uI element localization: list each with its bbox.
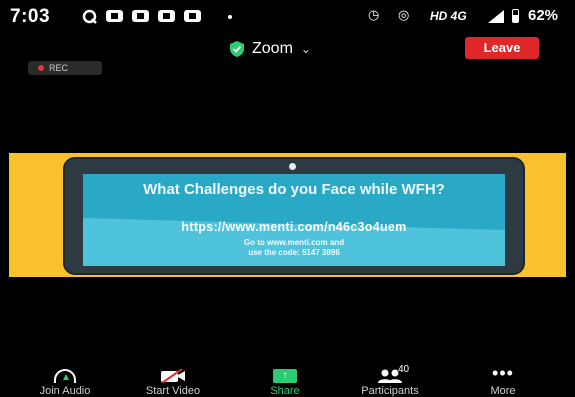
more-dots-icon: ••• — [492, 363, 514, 383]
notification-icon — [132, 10, 149, 22]
slide-instruction-line2: use the code: 5147 3896 — [248, 248, 340, 257]
hotspot-icon: ◎ — [398, 7, 410, 22]
chevron-down-icon: ⌄ — [300, 42, 311, 56]
slide: What Challenges do you Face while WFH? h… — [83, 174, 505, 266]
battery-percent: 62% — [528, 7, 559, 24]
signal-icon — [488, 10, 504, 23]
meeting-title-text: Zoom — [252, 40, 293, 57]
shared-screen: What Challenges do you Face while WFH? h… — [9, 153, 566, 277]
participants-label: Participants — [361, 385, 419, 397]
recording-badge: REC — [28, 61, 102, 75]
slide-url: https://www.menti.com/n46c3o4uem — [181, 220, 407, 234]
network-label: HD 4G — [430, 9, 467, 23]
notification-dot-icon — [228, 15, 232, 19]
rec-label: REC — [49, 63, 69, 73]
status-bar: 7:03 ◷ ◎ HD 4G 62% — [0, 0, 575, 34]
camera-off-icon — [161, 369, 185, 383]
notification-icon — [106, 10, 123, 22]
more-label: More — [490, 385, 516, 397]
participants-count: 40 — [398, 364, 410, 375]
slide-title: What Challenges do you Face while WFH? — [143, 181, 445, 198]
leave-button[interactable]: Leave — [465, 37, 539, 59]
bottom-toolbar: Join Audio Start Video ↑ Share 40 Partic… — [0, 362, 575, 397]
tablet-frame: What Challenges do you Face while WFH? h… — [63, 157, 525, 275]
shield-icon — [230, 41, 244, 57]
share-label: Share — [270, 385, 300, 397]
q-icon — [82, 9, 97, 24]
share-arrow-icon: ↑ — [273, 369, 297, 383]
join-audio-label: Join Audio — [39, 385, 91, 397]
tablet-camera-icon — [289, 163, 296, 170]
notification-icon — [158, 10, 175, 22]
record-dot-icon — [38, 65, 44, 71]
headphone-icon — [54, 369, 76, 383]
battery-icon — [512, 9, 519, 23]
meeting-title[interactable]: Zoom ⌄ — [230, 38, 311, 60]
slide-instruction-line1: Go to www.menti.com and — [243, 238, 345, 247]
clock: 7:03 — [10, 6, 51, 27]
notification-icon — [184, 10, 201, 22]
start-video-label: Start Video — [145, 385, 201, 397]
alarm-icon: ◷ — [368, 7, 380, 22]
